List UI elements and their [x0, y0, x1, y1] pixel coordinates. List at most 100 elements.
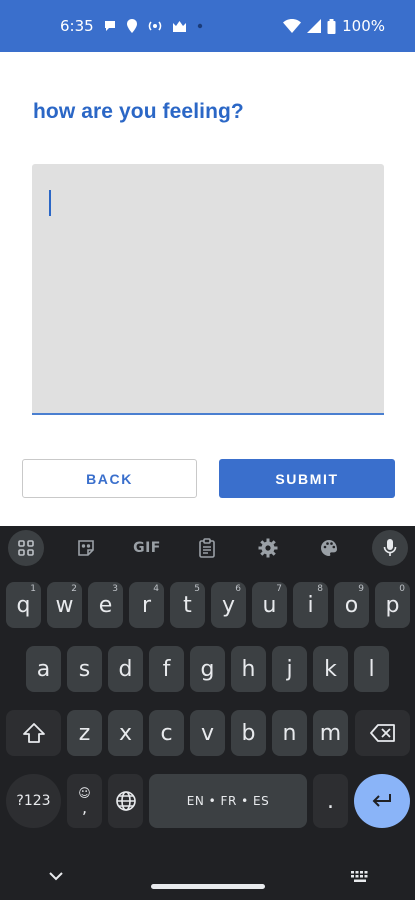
- key-l[interactable]: l: [354, 646, 389, 692]
- location-icon: [126, 19, 138, 33]
- key-g[interactable]: g: [190, 646, 225, 692]
- key-label: v: [200, 720, 215, 746]
- key-label: d: [118, 656, 133, 682]
- clipboard-icon[interactable]: [189, 530, 225, 566]
- key-label: n: [282, 720, 297, 746]
- sticker-icon[interactable]: [68, 530, 104, 566]
- chat-bubble-icon: [103, 19, 117, 33]
- keyboard-switch-icon[interactable]: [350, 870, 370, 889]
- key-label: r: [141, 592, 152, 618]
- key-u[interactable]: u7: [252, 582, 287, 628]
- key-o[interactable]: o9: [334, 582, 369, 628]
- comma-label: ,: [81, 798, 88, 817]
- period-key[interactable]: .: [313, 774, 348, 828]
- backspace-key[interactable]: [355, 710, 410, 756]
- key-f[interactable]: f: [149, 646, 184, 692]
- key-label: p: [385, 592, 400, 618]
- key-m[interactable]: m: [313, 710, 348, 756]
- submit-button[interactable]: SUBMIT: [219, 459, 395, 498]
- key-c[interactable]: c: [149, 710, 184, 756]
- key-w[interactable]: w2: [47, 582, 82, 628]
- key-label: t: [183, 592, 192, 618]
- key-n[interactable]: n: [272, 710, 307, 756]
- key-label: b: [241, 720, 256, 746]
- key-label: a: [36, 656, 51, 682]
- key-k[interactable]: k: [313, 646, 348, 692]
- key-h[interactable]: h: [231, 646, 266, 692]
- wifi-icon: [283, 19, 302, 33]
- status-bar: 6:35 100%: [0, 0, 415, 52]
- key-label: h: [241, 656, 256, 682]
- key-label: j: [286, 656, 293, 682]
- key-label: w: [55, 592, 74, 618]
- chevron-down-icon[interactable]: [48, 868, 64, 886]
- symbols-key[interactable]: ?123: [6, 774, 61, 828]
- key-hint: 9: [358, 584, 364, 594]
- keyboard-toolbar: GIF: [0, 526, 415, 570]
- key-label: l: [368, 656, 375, 682]
- status-time: 6:35: [60, 17, 94, 35]
- key-hint: 3: [112, 584, 118, 594]
- page-title: how are you feeling?: [33, 100, 244, 123]
- key-e[interactable]: e3: [88, 582, 123, 628]
- back-button[interactable]: BACK: [22, 459, 197, 498]
- globe-key[interactable]: [108, 774, 143, 828]
- broadcast-icon: [147, 20, 163, 32]
- gear-icon[interactable]: [250, 530, 286, 566]
- key-hint: 2: [71, 584, 77, 594]
- key-x[interactable]: x: [108, 710, 143, 756]
- on-screen-keyboard: GIF q1w2e3r4t5y6u7i8o9p0 asdfghjkl zxcvb…: [0, 526, 415, 900]
- key-j[interactable]: j: [272, 646, 307, 692]
- key-label: q: [16, 592, 31, 618]
- shift-key[interactable]: [6, 710, 61, 756]
- key-s[interactable]: s: [67, 646, 102, 692]
- key-z[interactable]: z: [67, 710, 102, 756]
- key-hint: 6: [235, 584, 241, 594]
- enter-key[interactable]: [354, 774, 410, 828]
- emoji-comma-key[interactable]: ☺ ,: [67, 774, 102, 828]
- key-q[interactable]: q1: [6, 582, 41, 628]
- home-gesture-bar[interactable]: [151, 884, 265, 889]
- key-hint: 5: [194, 584, 200, 594]
- key-label: k: [324, 656, 337, 682]
- dot-icon: [196, 22, 204, 30]
- key-label: y: [221, 592, 236, 618]
- key-a[interactable]: a: [26, 646, 61, 692]
- space-bar[interactable]: EN • FR • ES: [149, 774, 307, 828]
- key-hint: 0: [399, 584, 405, 594]
- battery-icon: [327, 18, 336, 34]
- key-r[interactable]: r4: [129, 582, 164, 628]
- key-label: s: [78, 656, 91, 682]
- key-label: u: [262, 592, 277, 618]
- key-p[interactable]: p0: [375, 582, 410, 628]
- key-b[interactable]: b: [231, 710, 266, 756]
- key-d[interactable]: d: [108, 646, 143, 692]
- key-label: o: [344, 592, 359, 618]
- key-label: c: [160, 720, 173, 746]
- text-caret: [49, 190, 51, 216]
- key-label: i: [307, 592, 314, 618]
- key-label: f: [162, 656, 171, 682]
- key-label: x: [118, 720, 133, 746]
- key-hint: 8: [317, 584, 323, 594]
- gif-label: GIF: [133, 540, 161, 556]
- key-label: z: [78, 720, 91, 746]
- key-label: g: [200, 656, 215, 682]
- key-label: e: [98, 592, 113, 618]
- crown-icon: [172, 20, 187, 33]
- battery-percent: 100%: [342, 17, 385, 35]
- palette-icon[interactable]: [311, 530, 347, 566]
- gif-button[interactable]: GIF: [128, 530, 166, 566]
- key-hint: 1: [30, 584, 36, 594]
- key-v[interactable]: v: [190, 710, 225, 756]
- key-y[interactable]: y6: [211, 582, 246, 628]
- key-t[interactable]: t5: [170, 582, 205, 628]
- feeling-text-area[interactable]: [32, 164, 384, 415]
- grid-icon[interactable]: [8, 530, 44, 566]
- microphone-icon[interactable]: [372, 530, 408, 566]
- key-hint: 7: [276, 584, 282, 594]
- signal-icon: [307, 19, 322, 33]
- key-i[interactable]: i8: [293, 582, 328, 628]
- key-hint: 4: [153, 584, 159, 594]
- key-label: m: [319, 720, 342, 746]
